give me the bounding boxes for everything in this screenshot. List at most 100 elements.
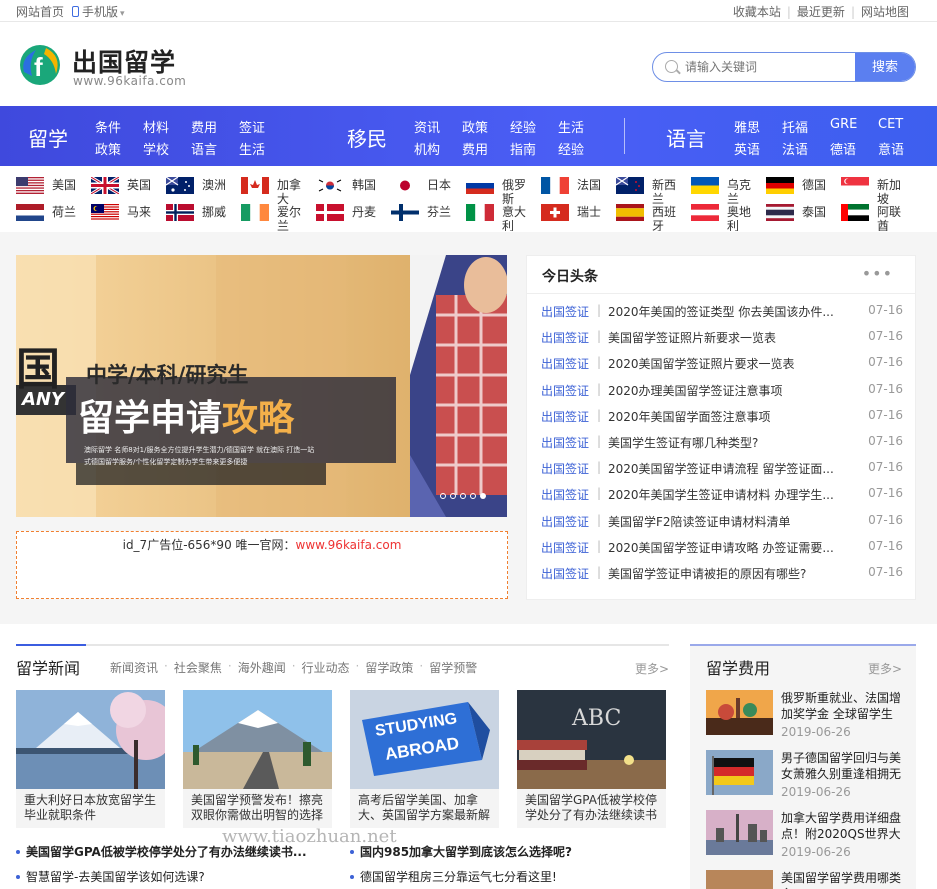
headline-title[interactable]: 2020年美国留学面签注意事项	[608, 408, 838, 425]
uk-flag-icon	[91, 177, 119, 194]
nav-link[interactable]: 政策	[95, 139, 121, 158]
nav-link[interactable]: 指南	[510, 139, 536, 158]
news-tab[interactable]: 行业动态	[302, 659, 350, 676]
ad-placeholder[interactable]: id_7广告位-656*90 唯一官网：www.96kaifa.com	[16, 531, 508, 599]
news-tab[interactable]: 新闻资讯	[110, 659, 158, 676]
headline-row[interactable]: 出国签证 | 2020美国留学签证照片要求一览表 07-16	[541, 355, 903, 373]
nav-link[interactable]: 经验	[510, 117, 536, 136]
nav-link[interactable]: CET	[878, 117, 903, 132]
more-icon[interactable]: •••	[862, 264, 893, 283]
nav-link[interactable]: 英语	[734, 139, 760, 158]
headline-category[interactable]: 出国签证	[541, 382, 589, 399]
news-card[interactable]: ABC 美国留学GPA低被学校停学处分了有办法继续读书	[517, 690, 666, 828]
headline-title[interactable]: 2020美国留学签证照片要求一览表	[608, 355, 838, 372]
headline-row[interactable]: 出国签证 | 美国留学签证申请被拒的原因有哪些? 07-16	[541, 565, 903, 583]
sitemap-link[interactable]: 网站地图	[861, 3, 909, 20]
fee-item[interactable]: 美国留学留学费用哪类主	[706, 870, 906, 889]
headline-category[interactable]: 出国签证	[541, 408, 589, 425]
nav-link[interactable]: 政策	[462, 117, 488, 136]
phone-icon	[72, 6, 80, 17]
headline-row[interactable]: 出国签证 | 2020年美国留学面签注意事项 07-16	[541, 408, 903, 426]
headline-title[interactable]: 2020年美国的签证类型 你去美国该办件...	[608, 303, 838, 320]
nav-link[interactable]: 资讯	[414, 117, 440, 136]
headline-category[interactable]: 出国签证	[541, 539, 589, 556]
headline-title[interactable]: 美国留学F2陪读签证申请材料清单	[608, 513, 838, 530]
headline-row[interactable]: 出国签证 | 美国留学F2陪读签证申请材料清单 07-16	[541, 513, 903, 531]
ad-url[interactable]: www.96kaifa.com	[296, 538, 402, 552]
headline-row[interactable]: 出国签证 | 美国留学签证照片新要求一览表 07-16	[541, 329, 903, 347]
nav-link[interactable]: 生活	[558, 117, 584, 136]
headline-row[interactable]: 出国签证 | 2020办理美国留学签证注意事项 07-16	[541, 382, 903, 400]
headline-title[interactable]: 2020美国留学签证申请流程 留学签证面...	[608, 460, 838, 477]
nav-immigrate-title[interactable]: 移民	[347, 123, 387, 152]
headline-title[interactable]: 2020办理美国留学签证注意事项	[608, 382, 838, 399]
headline-category[interactable]: 出国签证	[541, 460, 589, 477]
nav-link[interactable]: 德语	[830, 139, 856, 158]
home-link[interactable]: 网站首页	[16, 3, 64, 20]
carousel-dot[interactable]	[460, 493, 466, 499]
headline-row[interactable]: 出国签证 | 2020美国留学签证申请流程 留学签证面... 07-16	[541, 460, 903, 478]
fee-item[interactable]: 加拿大留学费用详细盘点！附2020QS世界大 2019-06-26	[706, 810, 906, 860]
list-item[interactable]: 德国留学租房三分靠运气七分看这里!	[350, 868, 557, 885]
news-card[interactable]: 美国留学预警发布！擦亮双眼你需做出明智的选择	[183, 690, 332, 828]
headline-title[interactable]: 2020美国留学签证申请攻略 办签证需要...	[608, 539, 838, 556]
nav-link[interactable]: 机构	[414, 139, 440, 158]
fees-more-link[interactable]: 更多>	[868, 660, 902, 677]
carousel-dot[interactable]	[440, 493, 446, 499]
news-tab[interactable]: 留学预警	[429, 659, 477, 676]
carousel-dot-active[interactable]	[480, 493, 486, 499]
carousel-dot[interactable]	[470, 493, 476, 499]
search-button[interactable]: 搜索	[855, 53, 915, 81]
nav-link[interactable]: 意语	[878, 139, 904, 158]
headline-row[interactable]: 出国签证 | 美国学生签证有哪几种类型? 07-16	[541, 434, 903, 452]
headline-category[interactable]: 出国签证	[541, 303, 589, 320]
headline-category[interactable]: 出国签证	[541, 486, 589, 503]
nav-link[interactable]: GRE	[830, 117, 857, 132]
headline-category[interactable]: 出国签证	[541, 355, 589, 372]
nav-language-title[interactable]: 语言	[666, 123, 706, 152]
headline-row[interactable]: 出国签证 | 2020美国留学签证申请攻略 办签证需要... 07-16	[541, 539, 903, 557]
headline-category[interactable]: 出国签证	[541, 565, 589, 582]
bookmark-link[interactable]: 收藏本站	[733, 3, 781, 20]
nav-link[interactable]: 语言	[191, 139, 217, 158]
news-tab[interactable]: 留学政策	[365, 659, 413, 676]
headline-row[interactable]: 出国签证 | 2020年美国的签证类型 你去美国该办件... 07-16	[541, 303, 903, 321]
fee-item[interactable]: 男子德国留学回归与美女萧雅久别重逢相拥无 2019-06-26	[706, 750, 906, 800]
nav-link[interactable]: 条件	[95, 117, 121, 136]
headline-title[interactable]: 美国学生签证有哪几种类型?	[608, 434, 838, 451]
mobile-link[interactable]: 手机版 ▾	[72, 3, 125, 20]
headline-category[interactable]: 出国签证	[541, 513, 589, 530]
headline-title[interactable]: 美国留学签证照片新要求一览表	[608, 329, 838, 346]
headline-category[interactable]: 出国签证	[541, 434, 589, 451]
nav-link[interactable]: 托福	[782, 117, 808, 136]
logo-icon[interactable]: f	[16, 42, 64, 86]
headline-row[interactable]: 出国签证 | 2020年美国学生签证申请材料 办理学生... 07-16	[541, 486, 903, 504]
banner-carousel[interactable]: 国 ANY 中学/本科/研究生 留学申请攻略 澳际留学 名师8对1/服务全方位提…	[16, 255, 507, 517]
banner-line2a: 留学申请	[78, 398, 223, 439]
headline-title[interactable]: 美国留学签证申请被拒的原因有哪些?	[608, 565, 838, 582]
news-card[interactable]: 重大利好日本放宽留学生毕业就职条件	[16, 690, 165, 828]
nav-link[interactable]: 材料	[143, 117, 169, 136]
nav-link[interactable]: 学校	[143, 139, 169, 158]
fee-item[interactable]: 俄罗斯重就业、法国增加奖学金 全球留学生 2019-06-26	[706, 690, 906, 740]
country-name: 芬兰	[427, 205, 452, 219]
nav-link[interactable]: 雅思	[734, 117, 760, 136]
nav-link[interactable]: 法语	[782, 139, 808, 158]
headline-category[interactable]: 出国签证	[541, 329, 589, 346]
nav-link[interactable]: 生活	[239, 139, 265, 158]
list-item[interactable]: 智慧留学-去美国留学该如何选课?	[16, 868, 205, 885]
latest-link[interactable]: 最近更新	[797, 3, 845, 20]
news-tab[interactable]: 海外趣闻	[238, 659, 286, 676]
headline-title[interactable]: 2020年美国学生签证申请材料 办理学生...	[608, 486, 838, 503]
news-tab[interactable]: 社会聚焦	[174, 659, 222, 676]
news-more-link[interactable]: 更多>	[635, 660, 669, 677]
nav-link[interactable]: 费用	[462, 139, 488, 158]
carousel-dot[interactable]	[450, 493, 456, 499]
nav-link[interactable]: 费用	[191, 117, 217, 136]
nav-link[interactable]: 经验	[558, 139, 584, 158]
nav-study-title[interactable]: 留学	[28, 123, 68, 152]
headline-date: 07-16	[868, 434, 903, 448]
news-card[interactable]: STUDYING ABROAD 高考后留学美国、加拿大、英国留学方案最新解	[350, 690, 499, 828]
search-input[interactable]	[685, 53, 875, 81]
nav-link[interactable]: 签证	[239, 117, 265, 136]
